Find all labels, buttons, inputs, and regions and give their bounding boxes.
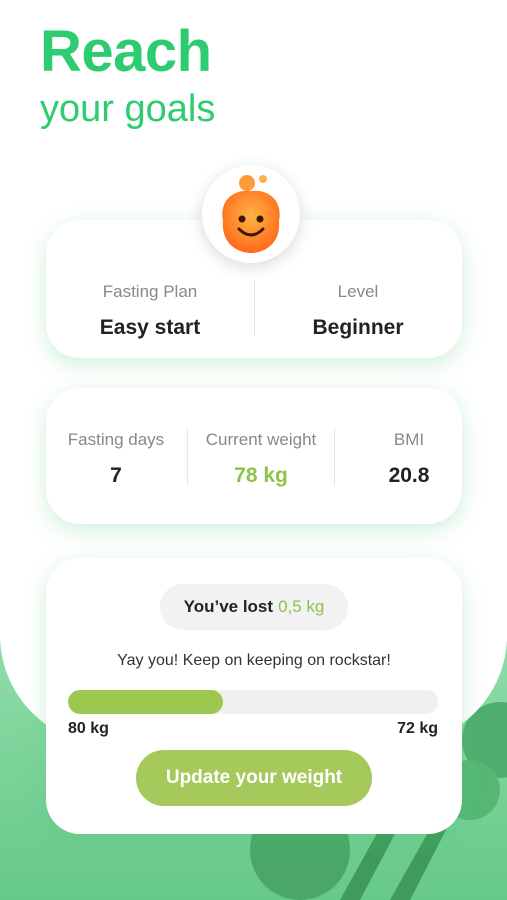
- fasting-plan-value: Easy start: [99, 316, 201, 339]
- fasting-days-value: 7: [110, 464, 122, 487]
- mascot-avatar: [202, 165, 300, 263]
- stats-card: Fasting days 7 Current weight 78 kg BMI …: [46, 388, 462, 524]
- current-weight-value: 78 kg: [234, 464, 288, 487]
- smiling-flame-mascot-icon: [222, 175, 280, 253]
- fasting-days-label: Fasting days: [67, 430, 165, 449]
- weight-progress-fill: [68, 690, 224, 714]
- bmi-label: BMI: [393, 430, 425, 449]
- current-weight-label: Current weight: [205, 430, 317, 449]
- page-subtitle: your goals: [40, 88, 216, 130]
- weight-lost-prefix: You’ve lost: [183, 597, 274, 616]
- bmi-value: 20.8: [388, 464, 430, 487]
- weight-progress-bar: [68, 690, 438, 714]
- weight-lost-badge: You’ve lost 0,5 kg: [160, 584, 348, 630]
- encouragement-message: Yay you! Keep on keeping on rockstar!: [117, 652, 391, 669]
- divider: [334, 428, 335, 486]
- progress-card: You’ve lost 0,5 kg Yay you! Keep on keep…: [46, 558, 462, 834]
- page-title: Reach: [40, 19, 212, 84]
- weight-lost-value: 0,5 kg: [278, 597, 325, 616]
- level-value: Beginner: [312, 316, 404, 339]
- fasting-plan-label: Fasting Plan: [102, 282, 198, 301]
- level-label: Level: [337, 282, 379, 301]
- target-weight-label: 72 kg: [397, 720, 438, 737]
- update-weight-button[interactable]: Update your weight: [136, 750, 372, 806]
- start-weight-label: 80 kg: [68, 720, 109, 737]
